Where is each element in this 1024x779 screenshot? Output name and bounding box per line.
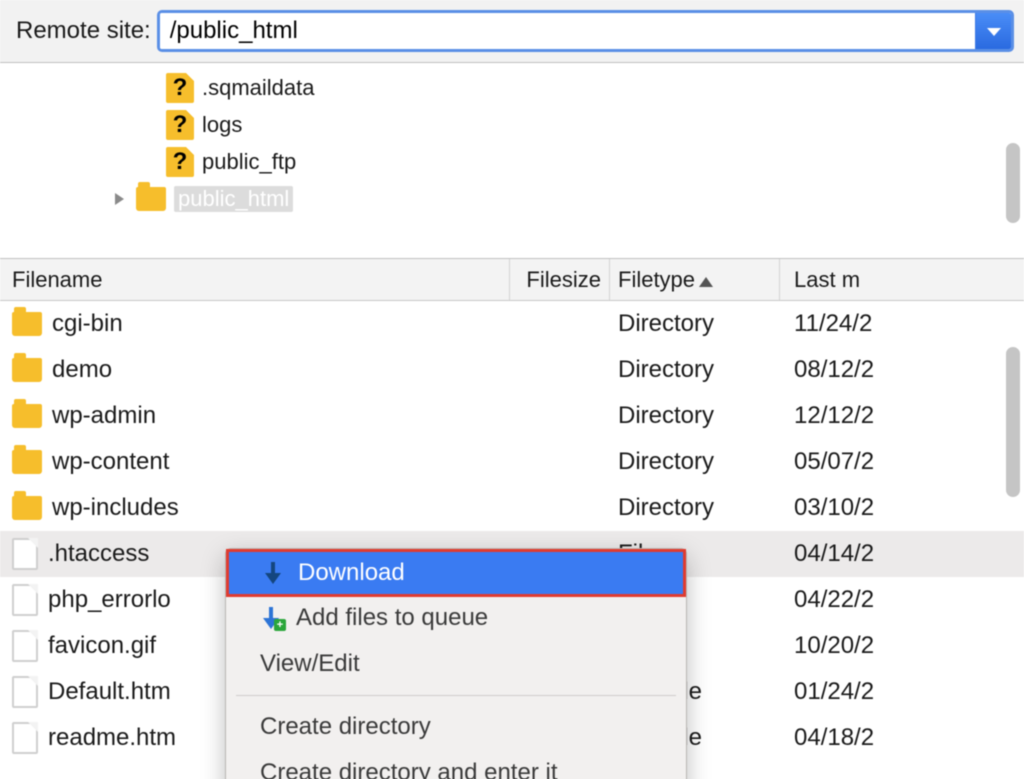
unknown-folder-icon: ? <box>166 147 194 177</box>
menu-separator <box>236 695 676 696</box>
folder-icon <box>12 312 42 336</box>
folder-icon <box>136 187 166 211</box>
column-header-last-modified[interactable]: Last m <box>780 259 1024 300</box>
file-row[interactable]: wp-admin Directory 12/12/2 <box>0 393 1024 439</box>
file-icon <box>12 538 38 570</box>
file-modified: 03/10/2 <box>780 494 1024 522</box>
file-type: Directory <box>610 356 780 384</box>
menu-item-label: View/Edit <box>260 650 360 678</box>
tree-item-label: public_html <box>174 186 293 212</box>
file-name: readme.htm <box>48 724 176 752</box>
context-menu: Download + Add files to queue View/Edit … <box>225 548 687 779</box>
tree-item[interactable]: ? .sqmaildata <box>140 69 1024 106</box>
file-type: Directory <box>610 448 780 476</box>
menu-item-add-to-queue[interactable]: + Add files to queue <box>226 595 686 641</box>
folder-icon <box>12 358 42 382</box>
spacer <box>140 153 158 171</box>
menu-item-download[interactable]: Download <box>228 551 684 595</box>
spacer <box>140 79 158 97</box>
column-header-filename[interactable]: Filename <box>0 259 510 300</box>
file-name: wp-admin <box>52 402 156 430</box>
unknown-folder-icon: ? <box>166 73 194 103</box>
menu-item-label: Download <box>298 559 405 587</box>
file-row[interactable]: cgi-bin Directory 11/24/2 <box>0 301 1024 347</box>
file-icon <box>12 676 38 708</box>
file-name: wp-content <box>52 448 169 476</box>
remote-site-bar: Remote site: <box>0 0 1024 63</box>
disclosure-triangle-icon[interactable] <box>110 190 128 208</box>
tree-item-selected[interactable]: public_html <box>110 180 1024 217</box>
file-row[interactable]: wp-includes Directory 03/10/2 <box>0 485 1024 531</box>
chevron-down-icon <box>986 18 1002 44</box>
remote-site-combobox[interactable] <box>157 10 1014 52</box>
file-modified: 05/07/2 <box>780 448 1024 476</box>
file-modified: 11/24/2 <box>780 310 1024 338</box>
column-header-filetype[interactable]: Filetype <box>610 259 780 300</box>
file-modified: 01/24/2 <box>780 678 1024 706</box>
remote-site-dropdown-button[interactable] <box>975 13 1011 49</box>
column-header-filesize[interactable]: Filesize <box>510 259 610 300</box>
tree-item[interactable]: ? public_ftp <box>140 143 1024 180</box>
menu-item-label: Create directory and enter it <box>260 759 557 779</box>
tree-item-label: logs <box>202 112 242 138</box>
scrollbar-thumb[interactable] <box>1006 347 1020 497</box>
folder-icon <box>12 496 42 520</box>
menu-item-label: Add files to queue <box>296 604 488 632</box>
file-name: php_errorlo <box>48 586 171 614</box>
unknown-folder-icon: ? <box>166 110 194 140</box>
file-name: demo <box>52 356 112 384</box>
remote-site-input[interactable] <box>160 13 975 49</box>
menu-item-create-directory[interactable]: Create directory <box>226 704 686 750</box>
add-to-queue-icon: + <box>260 607 282 629</box>
file-type: Directory <box>610 494 780 522</box>
file-row[interactable]: wp-content Directory 05/07/2 <box>0 439 1024 485</box>
folder-icon <box>12 450 42 474</box>
file-name: Default.htm <box>48 678 171 706</box>
file-name: wp-includes <box>52 494 179 522</box>
file-icon <box>12 630 38 662</box>
remote-site-label: Remote site: <box>16 17 151 45</box>
tree-item[interactable]: ? logs <box>140 106 1024 143</box>
file-modified: 12/12/2 <box>780 402 1024 430</box>
file-modified: 04/14/2 <box>780 540 1024 568</box>
menu-item-label: Create directory <box>260 713 431 741</box>
file-modified: 08/12/2 <box>780 356 1024 384</box>
file-icon <box>12 584 38 616</box>
file-type: Directory <box>610 402 780 430</box>
file-list-header: Filename Filesize Filetype Last m <box>0 259 1024 301</box>
file-name: cgi-bin <box>52 310 123 338</box>
folder-icon <box>12 404 42 428</box>
scrollbar-thumb[interactable] <box>1006 143 1020 223</box>
column-header-filetype-label: Filetype <box>618 267 695 293</box>
menu-item-view-edit[interactable]: View/Edit <box>226 641 686 687</box>
menu-item-create-directory-enter[interactable]: Create directory and enter it <box>226 750 686 779</box>
file-modified: 04/18/2 <box>780 724 1024 752</box>
file-modified: 10/20/2 <box>780 632 1024 660</box>
file-type: Directory <box>610 310 780 338</box>
file-name: .htaccess <box>48 540 149 568</box>
file-name: favicon.gif <box>48 632 156 660</box>
sort-ascending-icon <box>699 267 713 293</box>
file-row[interactable]: demo Directory 08/12/2 <box>0 347 1024 393</box>
remote-directory-tree[interactable]: ? .sqmaildata ? logs ? public_ftp public… <box>0 63 1024 259</box>
file-icon <box>12 722 38 754</box>
tree-item-label: public_ftp <box>202 149 296 175</box>
file-modified: 04/22/2 <box>780 586 1024 614</box>
tree-item-label: .sqmaildata <box>202 75 315 101</box>
download-icon <box>262 562 284 584</box>
spacer <box>140 116 158 134</box>
